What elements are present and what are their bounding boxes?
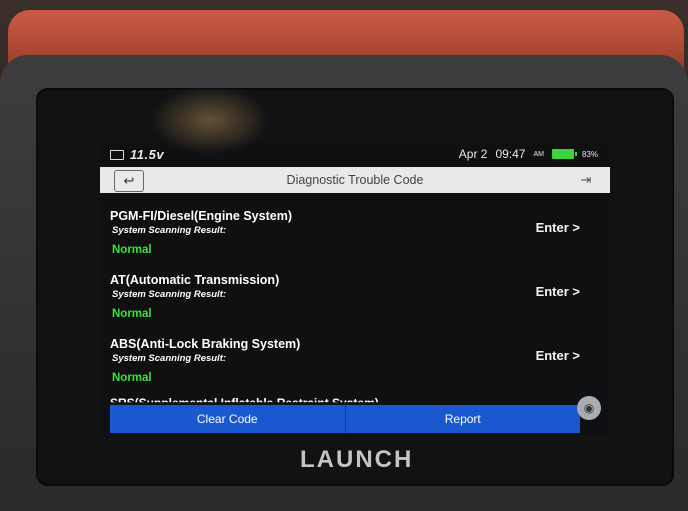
report-button[interactable]: Report <box>344 405 581 433</box>
clear-code-button[interactable]: Clear Code <box>110 405 345 433</box>
status-bar: 11.5v Apr 2 09:47 AM 83% <box>100 143 610 165</box>
system-list: PGM-FI/Diesel(Engine System) System Scan… <box>100 201 610 393</box>
device-logo: LAUNCH <box>300 446 414 473</box>
system-name: AT(Automatic Transmission) <box>110 273 280 287</box>
scan-label: System Scanning Result: <box>112 225 227 236</box>
page-title: Diagnostic Trouble Code <box>286 173 424 187</box>
title-bar: ↩ Diagnostic Trouble Code ⇥ <box>100 167 610 193</box>
scan-result: Normal <box>112 372 152 384</box>
time: 09:47 <box>495 147 526 161</box>
scan-label: System Scanning Result: <box>112 353 227 364</box>
enter-button[interactable]: Enter > <box>536 284 580 299</box>
date: Apr 2 <box>458 147 488 161</box>
back-arrow-icon: ↩ <box>123 173 135 188</box>
system-name: PGM-FI/Diesel(Engine System) <box>110 209 292 223</box>
exit-button[interactable]: ⇥ <box>576 171 596 189</box>
list-item: AT(Automatic Transmission) System Scanni… <box>100 265 610 329</box>
device-screen: 11.5v Apr 2 09:47 AM 83% ↩ Diagnostic Tr… <box>100 143 610 437</box>
scan-label: System Scanning Result: <box>112 289 227 300</box>
enter-button[interactable]: Enter > <box>536 348 580 363</box>
ampm: AM <box>533 150 544 158</box>
system-name: ABS(Anti-Lock Braking System) <box>110 337 301 351</box>
enter-button[interactable]: Enter > <box>536 220 580 235</box>
back-button[interactable]: ↩ <box>114 170 144 192</box>
list-item: PGM-FI/Diesel(Engine System) System Scan… <box>100 201 610 265</box>
scan-result: Normal <box>112 308 152 320</box>
exit-icon: ⇥ <box>580 172 592 187</box>
battery-icon <box>551 149 577 159</box>
list-item: ABS(Anti-Lock Braking System) System Sca… <box>100 329 610 393</box>
battery-percent: 83% <box>581 149 598 159</box>
camera-icon: ◉ <box>583 401 595 415</box>
screenshot-button[interactable]: ◉ <box>577 396 601 420</box>
scan-result: Normal <box>112 244 152 256</box>
action-bar: Clear Code Report <box>110 405 580 433</box>
voltage-reading: 11.5v <box>130 147 165 162</box>
car-battery-icon <box>110 149 124 160</box>
